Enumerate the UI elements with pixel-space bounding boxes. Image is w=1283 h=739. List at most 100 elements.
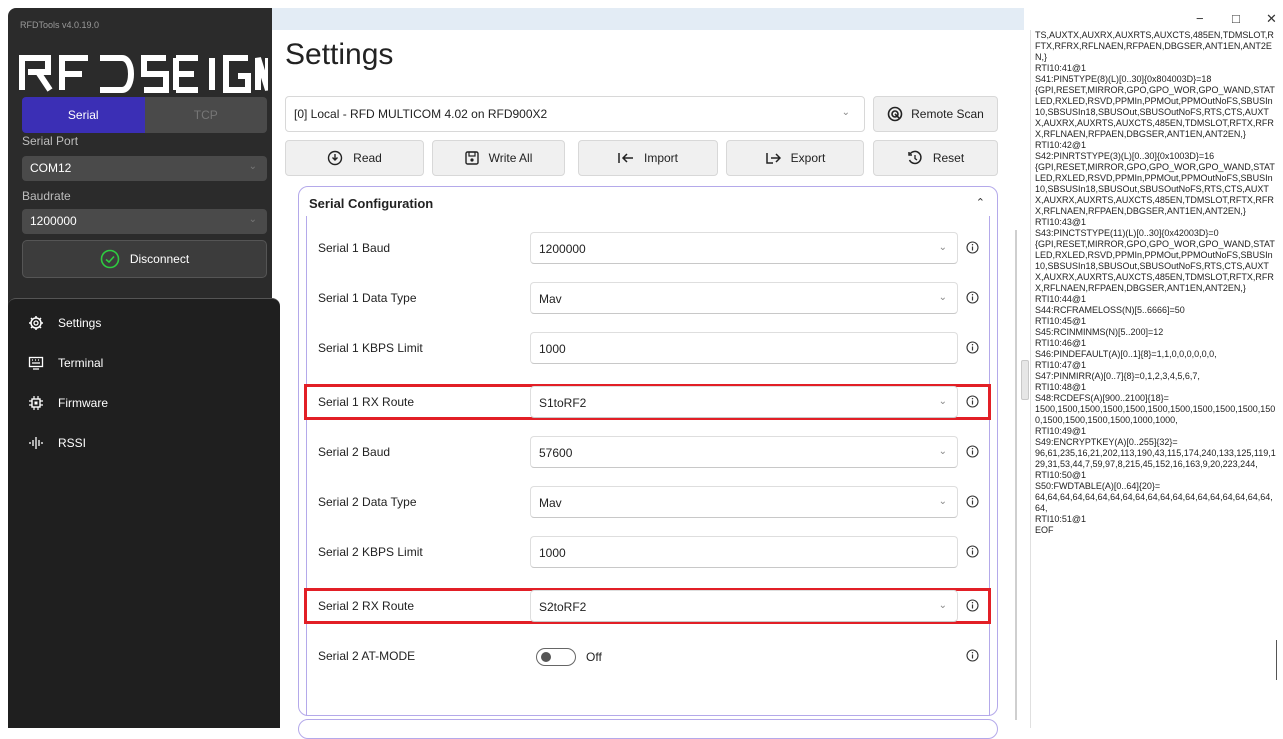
log-line: RTI10:42@1 — [1035, 140, 1086, 150]
setting-select[interactable]: Mav ⌄ — [530, 486, 958, 518]
tab-tcp[interactable]: TCP — [144, 97, 267, 133]
setting-select[interactable]: S2toRF2 ⌄ — [530, 590, 958, 622]
setting-label: Serial 2 Baud — [318, 445, 391, 459]
maximize-button[interactable]: □ — [1232, 11, 1240, 26]
read-label: Read — [353, 151, 382, 165]
app-version: RFDTools v4.0.19.0 — [20, 20, 100, 30]
export-button[interactable]: Export — [726, 140, 864, 176]
info-icon[interactable] — [966, 649, 979, 662]
log-line: {GPI,RESET,MIRROR,GPO,GPO_WOR,GPO_WAND,S… — [1035, 239, 1275, 293]
disconnect-button[interactable]: Disconnect — [22, 240, 267, 278]
log-line: S42:PINRTSTYPE(3)(L)[0..30]{0x1003D}=16 — [1035, 151, 1215, 161]
save-icon — [464, 151, 479, 165]
setting-value: Mav — [539, 496, 562, 510]
log-line: RTI10:43@1 — [1035, 217, 1086, 227]
scrollbar[interactable] — [1015, 230, 1017, 720]
toggle-switch[interactable] — [536, 648, 576, 666]
nav-item-rssi[interactable]: RSSI — [28, 435, 86, 451]
log-line: S43:PINCTSTYPE(11)(L)[0..30]{0x42003D}=0 — [1035, 228, 1219, 238]
setting-row: Serial 2 AT-MODE Off — [306, 640, 989, 672]
baudrate-value: 1200000 — [30, 214, 77, 228]
setting-label: Serial 1 RX Route — [318, 395, 415, 409]
setting-value: 1200000 — [539, 242, 586, 256]
keyboard-icon — [28, 356, 44, 370]
log-line: RTI10:51@1 — [1035, 514, 1086, 524]
at-mode-toggle[interactable]: Off — [536, 648, 602, 666]
info-icon[interactable] — [966, 599, 979, 612]
reset-button[interactable]: Reset — [873, 140, 998, 176]
chevron-up-icon[interactable]: ⌃ — [976, 196, 985, 209]
nav-item-firmware[interactable]: Firmware — [28, 395, 108, 411]
nav-label: Terminal — [58, 356, 104, 370]
write-all-button[interactable]: Write All — [432, 140, 565, 176]
next-section-header[interactable] — [298, 719, 998, 739]
log-line: {GPI,RESET,MIRROR,GPO,GPO_WOR,GPO_WAND,S… — [1035, 162, 1275, 216]
import-button[interactable]: Import — [578, 140, 718, 176]
nav-item-settings[interactable]: Settings — [28, 315, 101, 331]
panel-splitter-handle[interactable] — [1021, 360, 1029, 400]
info-icon[interactable] — [966, 495, 979, 508]
title-bar — [272, 8, 1024, 30]
setting-value: S1toRF2 — [539, 396, 587, 410]
chip-icon — [29, 396, 43, 410]
info-icon[interactable] — [966, 341, 979, 354]
log-scrollbar[interactable] — [1276, 640, 1277, 680]
log-line: 64,64,64,64,64,64,64,64,64,64,64,64,64,6… — [1035, 492, 1273, 513]
setting-label: Serial 2 RX Route — [318, 599, 415, 613]
chevron-down-icon: ⌄ — [938, 242, 947, 253]
device-select-value: [0] Local - RFD MULTICOM 4.02 on RFD900X… — [294, 107, 548, 121]
info-icon[interactable] — [966, 395, 979, 408]
log-line: RTI10:49@1 — [1035, 426, 1086, 436]
info-icon[interactable] — [966, 545, 979, 558]
baudrate-select[interactable]: 1200000 ⌄ — [22, 209, 267, 234]
remote-scan-label: Remote Scan — [911, 107, 984, 121]
scan-icon — [887, 106, 903, 122]
info-icon[interactable] — [966, 291, 979, 304]
log-line: S45:RCINMINMS(N)[5..200]=12 — [1035, 327, 1164, 337]
nav-item-terminal[interactable]: Terminal — [28, 355, 103, 371]
setting-input[interactable]: 1000 — [530, 332, 958, 364]
log-line: EOF — [1035, 525, 1054, 535]
device-select[interactable]: [0] Local - RFD MULTICOM 4.02 on RFD900X… — [285, 96, 865, 132]
tab-serial[interactable]: Serial — [22, 97, 145, 133]
baudrate-label: Baudrate — [22, 189, 71, 203]
read-button[interactable]: Read — [285, 140, 424, 176]
info-icon[interactable] — [966, 241, 979, 254]
serial-port-select[interactable]: COM12 ⌄ — [22, 156, 267, 181]
window-controls: − □ ✕ — [1024, 8, 1283, 30]
import-icon — [618, 153, 633, 163]
setting-value: 1000 — [539, 546, 566, 560]
setting-select[interactable]: 57600 ⌄ — [530, 436, 958, 468]
log-line: S41:PIN5TYPE(8)(L)[0..30]{0x804003D}=18 — [1035, 74, 1212, 84]
info-icon[interactable] — [966, 445, 979, 458]
setting-value: S2toRF2 — [539, 600, 587, 614]
log-line: 1500,1500,1500,1500,1500,1500,1500,1500,… — [1035, 404, 1276, 425]
export-icon — [765, 153, 781, 164]
check-circle-icon — [100, 249, 120, 269]
setting-select[interactable]: Mav ⌄ — [530, 282, 958, 314]
log-line: S49:ENCRYPTKEY(A)[0..255]{32}= — [1035, 437, 1178, 447]
setting-value: 1000 — [539, 342, 566, 356]
log-line: RTI10:41@1 — [1035, 63, 1086, 73]
remote-scan-button[interactable]: Remote Scan — [873, 96, 998, 132]
setting-label: Serial 1 Baud — [318, 241, 391, 255]
chevron-down-icon: ⌄ — [248, 214, 257, 225]
toggle-knob — [541, 652, 551, 662]
setting-input[interactable]: 1000 — [530, 536, 958, 568]
log-line: RTI10:45@1 — [1035, 316, 1086, 326]
section-header[interactable]: Serial Configuration ⌃ — [299, 187, 997, 217]
read-icon — [327, 150, 343, 166]
minimize-button[interactable]: − — [1196, 11, 1204, 26]
setting-label: Serial 1 Data Type — [318, 291, 417, 305]
chevron-down-icon: ⌄ — [938, 446, 947, 457]
chevron-down-icon: ⌄ — [841, 107, 850, 118]
signal-icon — [29, 437, 43, 449]
setting-select[interactable]: 1200000 ⌄ — [530, 232, 958, 264]
reset-icon — [908, 150, 922, 165]
close-button[interactable]: ✕ — [1266, 11, 1277, 27]
chevron-down-icon: ⌄ — [938, 292, 947, 303]
setting-row: Serial 1 Data Type Mav ⌄ — [306, 282, 989, 314]
setting-select[interactable]: S1toRF2 ⌄ — [530, 386, 958, 418]
log-line: 96,61,235,16,21,202,113,190,43,115,174,2… — [1035, 448, 1276, 469]
chevron-down-icon: ⌄ — [938, 496, 947, 507]
